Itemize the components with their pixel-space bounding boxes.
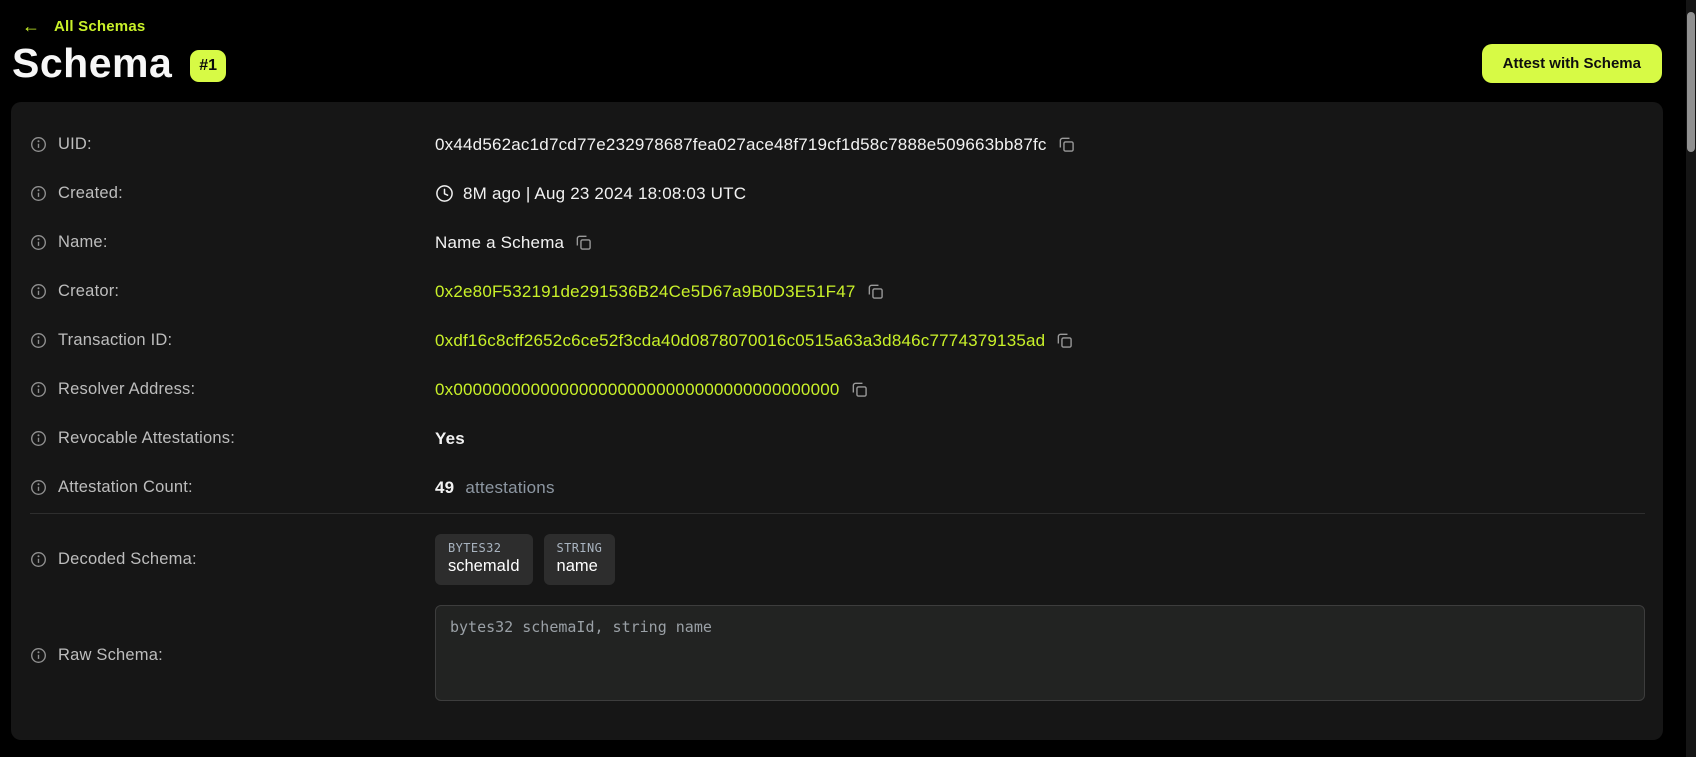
- info-icon[interactable]: [30, 647, 47, 664]
- raw-schema-textarea[interactable]: bytes32 schemaId, string name: [435, 605, 1645, 701]
- uid-label: UID:: [58, 135, 92, 154]
- row-revocable-attestations: Revocable Attestations: Yes: [30, 414, 1645, 463]
- info-icon[interactable]: [30, 479, 47, 496]
- back-link-label: All Schemas: [54, 18, 145, 35]
- info-icon[interactable]: [30, 234, 47, 251]
- row-raw-schema: Raw Schema: bytes32 schemaId, string nam…: [30, 605, 1645, 706]
- schema-detail-panel: UID: 0x44d562ac1d7cd77e232978687fea027ac…: [11, 102, 1663, 740]
- transaction-id-link[interactable]: 0xdf16c8cff2652c6ce52f3cda40d0878070016c…: [435, 331, 1045, 351]
- copy-icon[interactable]: [1058, 136, 1075, 153]
- created-value: 8M ago | Aug 23 2024 18:08:03 UTC: [463, 184, 746, 204]
- scrollbar[interactable]: [1686, 0, 1696, 757]
- copy-icon[interactable]: [1056, 332, 1073, 349]
- attestation-count-value: 49: [435, 478, 454, 498]
- decoded-schema-label: Decoded Schema:: [58, 550, 197, 569]
- schema-field-chip: STRING name: [544, 534, 616, 585]
- field-type: STRING: [557, 541, 603, 555]
- arrow-left-icon: ←: [22, 17, 40, 35]
- field-name: schemaId: [448, 557, 520, 576]
- scrollbar-thumb[interactable]: [1687, 12, 1695, 152]
- info-icon[interactable]: [30, 283, 47, 300]
- schema-detail-page: ← All Schemas Schema #1 Attest with Sche…: [0, 0, 1686, 740]
- revocable-attestations-label: Revocable Attestations:: [58, 429, 235, 448]
- attest-with-schema-button[interactable]: Attest with Schema: [1482, 44, 1662, 83]
- schema-name-value: Name a Schema: [435, 233, 564, 253]
- field-name: name: [557, 557, 603, 576]
- info-icon[interactable]: [30, 136, 47, 153]
- decoded-schema-chips: BYTES32 schemaId STRING name: [435, 534, 615, 585]
- info-icon[interactable]: [30, 551, 47, 568]
- attestations-link[interactable]: attestations: [465, 478, 554, 498]
- field-type: BYTES32: [448, 541, 520, 555]
- row-creator: Creator: 0x2e80F532191de291536B24Ce5D67a…: [30, 267, 1645, 316]
- copy-icon[interactable]: [867, 283, 884, 300]
- transaction-id-label: Transaction ID:: [58, 331, 172, 350]
- row-resolver-address: Resolver Address: 0x00000000000000000000…: [30, 365, 1645, 414]
- row-name: Name: Name a Schema: [30, 218, 1645, 267]
- row-created: Created: 8M ago | Aug 23 2024 18:08:03 U…: [30, 169, 1645, 218]
- revocable-value: Yes: [435, 429, 465, 449]
- info-icon[interactable]: [30, 332, 47, 349]
- created-label: Created:: [58, 184, 123, 203]
- clock-icon: [435, 184, 454, 203]
- page-title: Schema: [12, 41, 172, 86]
- title-row: Schema #1 Attest with Schema: [12, 41, 1662, 86]
- resolver-address-label: Resolver Address:: [58, 380, 195, 399]
- name-label: Name:: [58, 233, 108, 252]
- creator-label: Creator:: [58, 282, 119, 301]
- info-icon[interactable]: [30, 430, 47, 447]
- row-decoded-schema: Decoded Schema: BYTES32 schemaId STRING …: [30, 521, 1645, 597]
- info-icon[interactable]: [30, 185, 47, 202]
- section-divider: [30, 513, 1645, 514]
- raw-schema-label: Raw Schema:: [58, 646, 163, 665]
- copy-icon[interactable]: [851, 381, 868, 398]
- row-transaction-id: Transaction ID: 0xdf16c8cff2652c6ce52f3c…: [30, 316, 1645, 365]
- info-icon[interactable]: [30, 381, 47, 398]
- creator-address-link[interactable]: 0x2e80F532191de291536B24Ce5D67a9B0D3E51F…: [435, 282, 856, 302]
- back-to-all-schemas-link[interactable]: ← All Schemas: [22, 17, 145, 35]
- uid-value: 0x44d562ac1d7cd77e232978687fea027ace48f7…: [435, 135, 1047, 155]
- copy-icon[interactable]: [575, 234, 592, 251]
- schema-number-badge: #1: [190, 50, 226, 82]
- attestation-count-label: Attestation Count:: [58, 478, 193, 497]
- resolver-address-link[interactable]: 0x00000000000000000000000000000000000000…: [435, 380, 840, 400]
- row-uid: UID: 0x44d562ac1d7cd77e232978687fea027ac…: [30, 120, 1645, 169]
- row-attestation-count: Attestation Count: 49 attestations: [30, 463, 1645, 512]
- schema-field-chip: BYTES32 schemaId: [435, 534, 533, 585]
